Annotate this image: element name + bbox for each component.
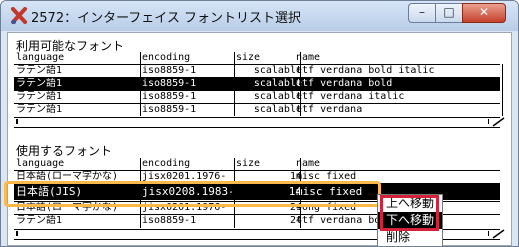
minimize-button[interactable]: – [408, 3, 435, 23]
cell-encoding: iso8859-1 [142, 78, 197, 89]
used-fonts-label: 使用するフォント [16, 144, 113, 158]
cell-encoding: jisx0201.1976- [142, 202, 227, 213]
cell-encoding: jisx0201.1976- [142, 171, 227, 182]
move-up-menu-item[interactable]: 上へ移動 [378, 195, 442, 212]
available-fonts-table: language encoding size name ラテン語1 iso885… [14, 52, 500, 144]
table-row-selected[interactable]: ラテン語1 iso8859-1 scalable ttf verdana bol… [14, 77, 500, 90]
cell-language: 日本語(JIS) [16, 185, 83, 198]
close-button[interactable]: ✕ [462, 3, 506, 23]
cell-size: scalable [253, 78, 302, 89]
cell-name: ttf verdana bold [296, 78, 393, 89]
column-header-name[interactable]: name [296, 52, 496, 64]
vertical-scrollbar[interactable] [502, 64, 511, 116]
cell-name: misc fixed [296, 171, 357, 182]
horizontal-scrollbar[interactable] [14, 117, 500, 128]
table-row[interactable]: 日本語(ローマ字かな) jisx0201.1976- 14 misc fixed [14, 170, 500, 182]
column-header-language[interactable]: language [16, 158, 140, 170]
cell-size: scalable [253, 104, 302, 115]
cell-size: 24 [289, 215, 302, 226]
column-header-size[interactable]: size [236, 158, 302, 170]
column-header-name[interactable]: name [296, 158, 496, 170]
table-row[interactable]: ラテン語1 iso8859-1 scalable ttf verdana ita… [14, 90, 500, 103]
resize-grip-icon[interactable] [491, 229, 505, 239]
cell-size: scalable [253, 91, 302, 102]
table-row[interactable]: ラテン語1 iso8859-1 scalable ttf verdana bol… [14, 64, 500, 77]
cell-language: 日本語(ローマ字かな) [16, 202, 119, 213]
table-header: language encoding size name [14, 158, 500, 170]
cell-language: ラテン語1 [16, 104, 63, 115]
cell-name: ttf verdana bold italic [296, 65, 435, 76]
cell-encoding: iso8859-1 [142, 91, 197, 102]
cell-encoding: jisx0208.1983- [142, 185, 232, 198]
delete-menu-item[interactable]: 削除 [378, 229, 442, 246]
cell-language: 日本語(ローマ字かな) [16, 171, 119, 182]
move-down-menu-item[interactable]: 下へ移動 [378, 212, 442, 229]
cell-name: ttf verdana [296, 104, 363, 115]
cell-language: ラテン語1 [16, 65, 63, 76]
cell-encoding: iso8859-1 [142, 215, 197, 226]
column-header-encoding[interactable]: encoding [142, 158, 232, 170]
column-header-size[interactable]: size [236, 52, 302, 64]
cell-size: 14 [288, 185, 302, 198]
maximize-button[interactable]: □ [435, 3, 462, 23]
app-icon [11, 7, 27, 24]
resize-grip-icon[interactable] [491, 117, 505, 127]
cell-encoding: iso8859-1 [142, 65, 197, 76]
cell-size: 24 [289, 202, 302, 213]
column-header-language[interactable]: language [16, 52, 140, 64]
cell-name: ttf verdana italic [296, 91, 405, 102]
cell-language: ラテン語1 [16, 78, 63, 89]
column-header-encoding[interactable]: encoding [142, 52, 232, 64]
cell-size: 14 [289, 171, 302, 182]
cell-language: ラテン語1 [16, 91, 63, 102]
cell-encoding: iso8859-1 [142, 104, 197, 115]
window-title: 2572：インターフェイス フォントリスト選択 [31, 11, 302, 26]
cell-size: scalable [253, 65, 302, 76]
cell-language: ラテン語1 [16, 215, 63, 226]
title-bar[interactable]: 2572：インターフェイス フォントリスト選択 – □ ✕ [1, 1, 518, 31]
font-list-window: 2572：インターフェイス フォントリスト選択 – □ ✕ 利用可能なフォント … [0, 0, 519, 247]
table-row[interactable]: ラテン語1 iso8859-1 scalable ttf verdana [14, 103, 500, 116]
table-header: language encoding size name [14, 52, 500, 64]
context-menu: 上へ移動 下へ移動 削除 [377, 194, 443, 246]
